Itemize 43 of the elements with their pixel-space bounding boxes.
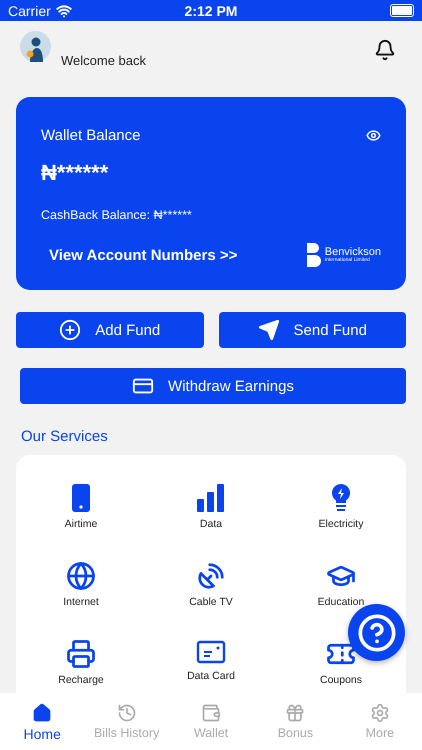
carrier-label: Carrier <box>8 2 51 18</box>
service-item[interactable]: Recharge <box>16 639 146 686</box>
eye-icon[interactable] <box>366 128 381 143</box>
welcome-text: Welcome back <box>61 53 146 68</box>
wallet-balance: ₦****** <box>41 160 110 186</box>
bars-icon <box>196 483 226 513</box>
satellite-dish-icon <box>196 561 226 591</box>
wallet-icon <box>201 703 222 723</box>
globe-icon <box>66 561 96 591</box>
plus-circle-icon <box>59 319 82 341</box>
history-icon <box>116 703 137 723</box>
action-button[interactable]: Withdraw Earnings <box>20 368 406 404</box>
action-button[interactable]: Send Fund <box>218 312 406 348</box>
view-account-link[interactable]: View Account Numbers >> <box>49 246 238 264</box>
wifi-icon <box>56 2 72 18</box>
send-icon <box>258 319 280 341</box>
service-item[interactable]: Airtime <box>16 483 146 530</box>
logo-name: Benvickson <box>324 247 381 258</box>
printer-icon <box>66 639 96 669</box>
service-item[interactable]: Cable TV <box>146 561 276 608</box>
cashback-balance: CashBack Balance: ₦****** <box>41 208 193 222</box>
gear-icon <box>370 703 390 723</box>
section-title: Our Services <box>21 428 109 445</box>
gift-icon <box>285 703 306 723</box>
clock-time: 2:12 PM <box>184 2 238 18</box>
avatar[interactable] <box>20 31 51 62</box>
service-item[interactable]: Data Card <box>146 639 276 686</box>
notification-bell-icon[interactable] <box>374 39 396 61</box>
service-item[interactable]: Coupons <box>276 639 406 686</box>
service-item[interactable]: Education <box>276 561 406 608</box>
home-icon <box>32 703 52 723</box>
service-item[interactable]: Data <box>146 483 276 530</box>
logo-icon <box>306 242 322 268</box>
help-icon <box>356 612 396 652</box>
action-button[interactable]: Add Fund <box>16 312 204 348</box>
lightbulb-icon <box>330 483 352 513</box>
card-icon <box>196 639 226 665</box>
battery-icon <box>390 4 414 17</box>
phone-icon <box>71 483 91 513</box>
wallet-title: Wallet Balance <box>41 127 140 144</box>
service-item[interactable]: Internet <box>16 561 146 608</box>
service-item[interactable]: Electricity <box>276 483 406 530</box>
tab[interactable]: Home <box>0 703 84 742</box>
